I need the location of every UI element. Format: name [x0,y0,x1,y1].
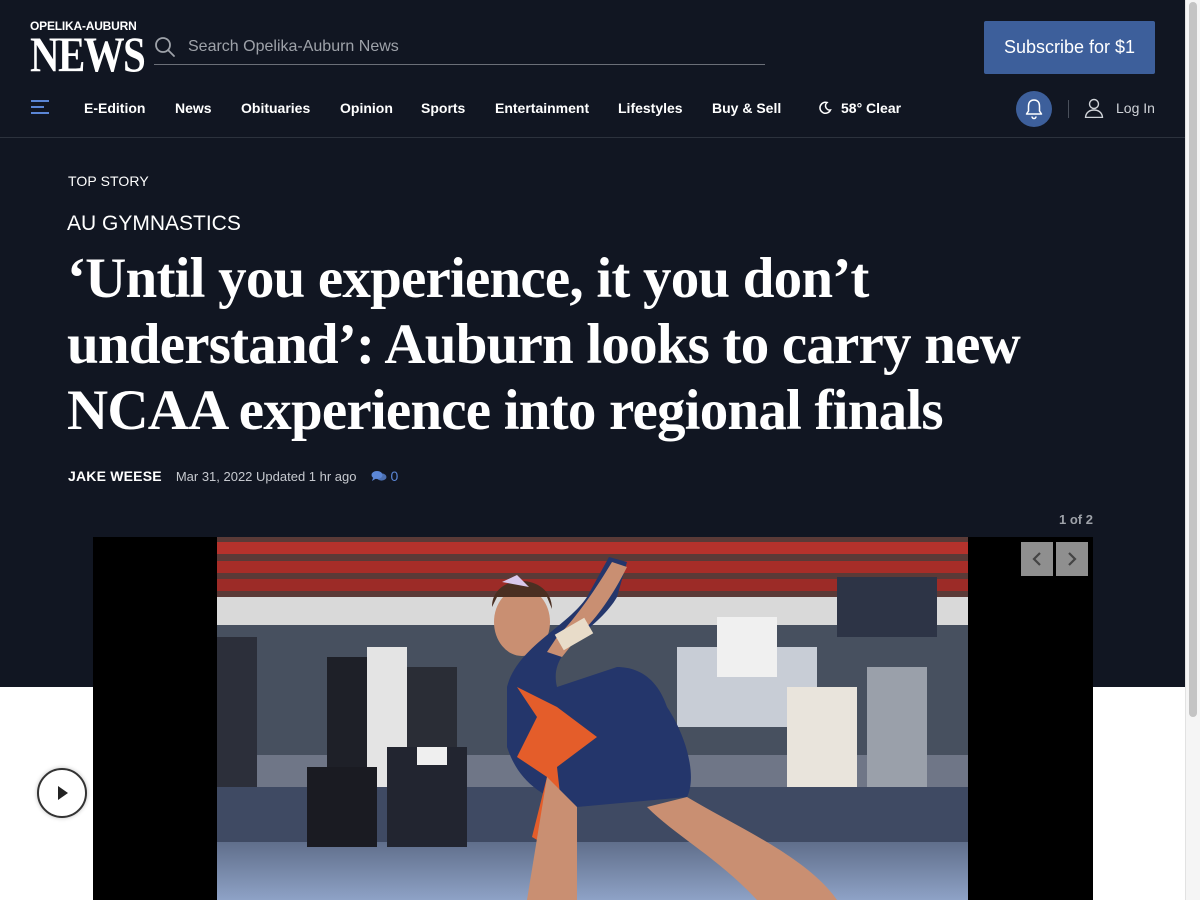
nav-item-sports[interactable]: Sports [421,100,465,116]
gallery-counter: 1 of 2 [1059,512,1093,527]
play-icon [58,786,68,800]
subscribe-label: Subscribe for $1 [1003,37,1136,57]
nav-item-lifestyles[interactable]: Lifestyles [618,100,683,116]
section-label[interactable]: AU GYMNASTICS [67,212,241,236]
nav-divider [1068,100,1069,118]
chevron-right-icon [1068,552,1077,566]
gymnast-photo [217,537,968,900]
story-kicker: TOP STORY [68,173,149,189]
scrollbar-thumb[interactable] [1189,2,1197,717]
gallery-photo[interactable] [217,537,968,900]
nav-item-e-edition[interactable]: E-Edition [84,100,145,116]
notifications-button[interactable] [1016,91,1052,127]
page-scrollbar[interactable] [1185,0,1200,900]
search-input[interactable] [188,38,748,56]
article-headline: ‘Until you experience, it you don’t unde… [67,247,1021,442]
menu-icon[interactable] [31,100,49,116]
photo-gallery [93,537,1093,900]
gallery-prev-button[interactable] [1021,542,1053,576]
nav-item-entertainment[interactable]: Entertainment [495,100,589,116]
nav-item-obituaries[interactable]: Obituaries [241,100,310,116]
chevron-left-icon [1032,552,1041,566]
search-bar [154,30,765,65]
author-name[interactable]: JAKE WEESE [68,468,162,484]
subscribe-button[interactable]: Subscribe for $1 [984,21,1155,74]
gallery-next-button[interactable] [1056,542,1088,576]
nav-item-buy-sell[interactable]: Buy & Sell [712,100,781,116]
moon-icon [819,101,832,115]
user-icon [1084,98,1104,118]
site-logo[interactable]: OPELIKA-AUBURN NEWS [30,20,146,82]
comment-icon [371,470,386,481]
comments-link[interactable]: 0 [371,468,399,484]
comment-count: 0 [390,468,399,484]
byline: JAKE WEESE Mar 31, 2022 Updated 1 hr ago… [68,468,398,484]
login-label: Log In [1116,100,1155,116]
nav-item-opinion[interactable]: Opinion [340,100,393,116]
weather-widget[interactable]: 58° Clear [818,100,901,116]
logo-big-text: NEWS [30,26,146,82]
search-icon[interactable] [154,36,176,58]
weather-text: 58° Clear [841,100,902,116]
main-navigation: E-Edition News Obituaries Opinion Sports… [0,84,1185,138]
login-link[interactable]: Log In [1084,98,1155,118]
nav-item-news[interactable]: News [175,100,212,116]
audio-play-button[interactable] [37,768,87,818]
bell-icon [1025,99,1043,120]
publish-date: Mar 31, 2022 Updated 1 hr ago [175,468,357,484]
